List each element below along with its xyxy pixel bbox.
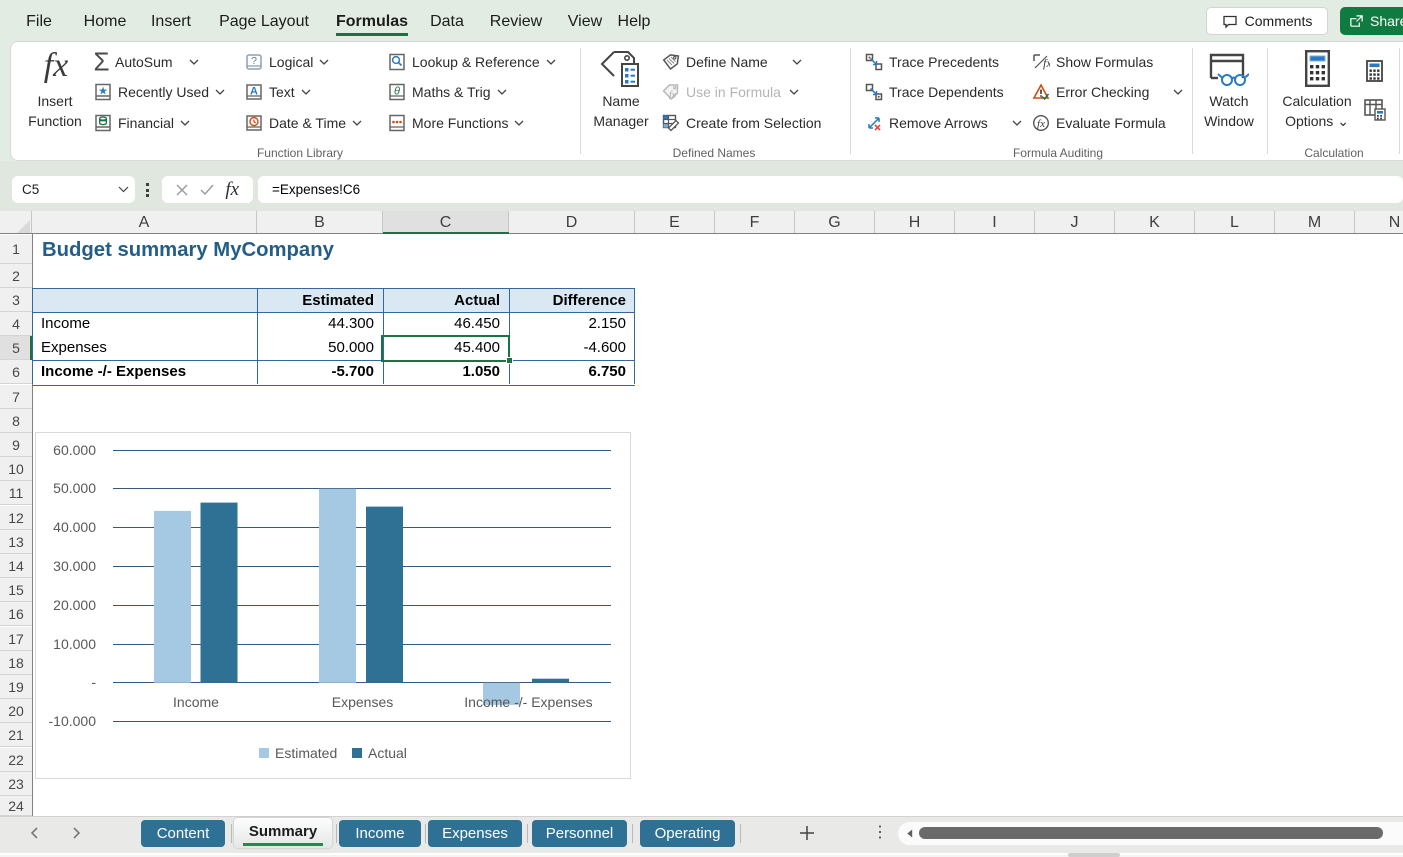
svg-text:-10.000: -10.000 xyxy=(49,713,97,729)
svg-text:?: ? xyxy=(251,55,257,67)
svg-text:Σ: Σ xyxy=(94,52,109,72)
svg-text:θ: θ xyxy=(394,86,400,98)
svg-text:20.000: 20.000 xyxy=(53,597,96,613)
svg-text:A: A xyxy=(250,86,258,98)
svg-text:★: ★ xyxy=(98,86,108,98)
svg-text:Income: Income xyxy=(173,694,219,710)
svg-text:fx: fx xyxy=(44,47,69,84)
svg-text:fx: fx xyxy=(669,90,677,101)
svg-text:Income -/- Expenses: Income -/- Expenses xyxy=(464,694,592,710)
svg-text:10.000: 10.000 xyxy=(53,636,96,652)
svg-text:Actual: Actual xyxy=(368,745,407,761)
svg-text:50.000: 50.000 xyxy=(53,480,96,496)
svg-text:60.000: 60.000 xyxy=(53,442,96,458)
svg-text:30.000: 30.000 xyxy=(53,558,96,574)
svg-text:40.000: 40.000 xyxy=(53,519,96,535)
svg-text:fx: fx xyxy=(1043,56,1050,70)
svg-text:fx: fx xyxy=(1037,118,1045,130)
svg-text:Expenses: Expenses xyxy=(332,694,393,710)
svg-text:-: - xyxy=(91,674,96,690)
svg-text:Estimated: Estimated xyxy=(275,745,337,761)
